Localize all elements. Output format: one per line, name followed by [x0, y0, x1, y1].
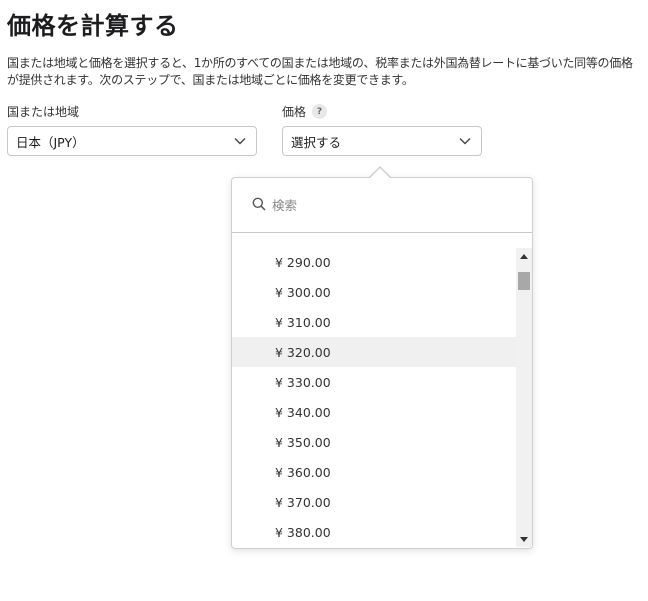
price-dropdown-popover: ¥ 290.00¥ 300.00¥ 310.00¥ 320.00¥ 330.00…	[231, 177, 533, 549]
dropdown-search-row	[232, 178, 532, 233]
price-option[interactable]: ¥ 310.00	[232, 307, 516, 337]
price-label-text: 価格	[282, 105, 307, 119]
price-option[interactable]: ¥ 320.00	[232, 337, 516, 367]
price-option[interactable]: ¥ 330.00	[232, 367, 516, 397]
scrollbar-thumb[interactable]	[518, 272, 530, 290]
price-field-label: 価格 ?	[282, 103, 328, 120]
region-select-value: 日本（JPY）	[16, 134, 85, 150]
price-option[interactable]: ¥ 380.00	[232, 517, 516, 547]
price-select-value: 選択する	[291, 134, 342, 150]
chevron-down-icon	[458, 134, 472, 148]
price-option[interactable]: ¥ 350.00	[232, 427, 516, 457]
chevron-down-icon	[233, 134, 247, 148]
scroll-down-arrow-icon[interactable]	[516, 531, 532, 547]
page-description: 国または地域と価格を選択すると、1か所のすべての国または地域の、税率または外国為…	[7, 56, 633, 87]
price-option[interactable]: ¥ 340.00	[232, 397, 516, 427]
price-option[interactable]: ¥ 300.00	[232, 277, 516, 307]
price-select[interactable]: 選択する	[282, 126, 482, 156]
region-field-label: 国または地域	[7, 103, 79, 120]
popover-arrow-fill	[369, 168, 391, 179]
dropdown-scrollbar[interactable]	[516, 248, 532, 547]
price-option-list: ¥ 290.00 ¥ 300.00 ¥ 310.00 ¥ 320.00 ¥ 330.00…	[232, 247, 516, 547]
region-select[interactable]: 日本（JPY）	[7, 126, 257, 156]
price-option[interactable]: ¥ 370.00	[232, 487, 516, 517]
page-title: 価格を計算する	[7, 12, 179, 40]
dropdown-search-input[interactable]	[272, 197, 502, 213]
search-icon	[252, 196, 266, 215]
scroll-up-arrow-icon[interactable]	[516, 248, 532, 264]
help-icon[interactable]: ?	[312, 104, 328, 119]
price-option[interactable]: ¥ 290.00	[232, 247, 516, 277]
region-label-text: 国または地域	[7, 105, 80, 119]
price-option[interactable]: ¥ 360.00	[232, 457, 516, 487]
